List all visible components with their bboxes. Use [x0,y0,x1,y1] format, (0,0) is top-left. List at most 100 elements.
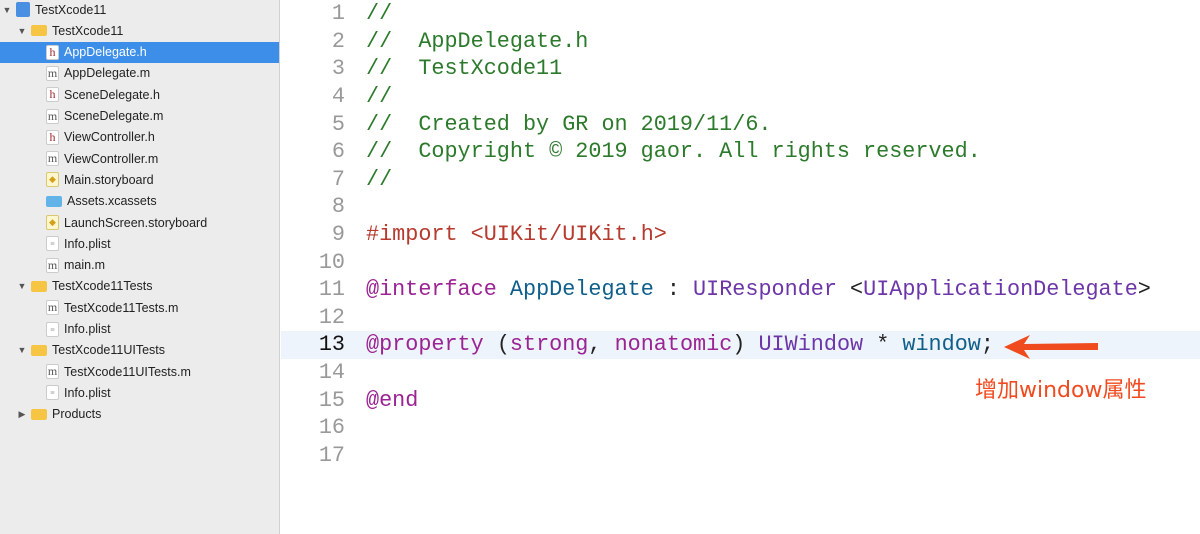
header-file-icon: h [46,87,59,103]
code-token: , [588,332,615,358]
code-line[interactable]: 12 [281,304,1200,332]
navigator-item-label: main.m [64,258,105,273]
navigator-item[interactable]: m ViewController.m [0,148,279,169]
code-editor[interactable]: 1 // 2 // AppDelegate.h 3 // TestXcode11 4 // 5 /… [281,0,1200,534]
disclosure-triangle-icon[interactable]: ▼ [17,26,27,36]
navigator-item-label: TestXcode11 [52,23,124,38]
annotation-text: 增加window属性 [975,378,1147,403]
disclosure-triangle-icon[interactable]: ▶ [17,409,27,420]
code-line[interactable]: 1 // [281,0,1200,28]
code-token: window [902,332,981,358]
code-token: // Created by GR on 2019/11/6. [366,111,772,137]
navigator-item[interactable]: ▼ TestXcode11 [0,0,279,20]
folder-icon [31,408,47,420]
code-line[interactable]: 5 // Created by GR on 2019/11/6. [281,110,1200,138]
code-line[interactable]: 16 [281,414,1200,442]
navigator-item[interactable]: ▼ TestXcode11Tests [0,276,279,297]
folder-icon [31,344,47,356]
code-text: #import <UIKit/UIKit.h> [366,222,667,247]
code-token: strong [509,332,589,358]
line-number: 16 [318,415,345,441]
navigator-item[interactable]: ◆ LaunchScreen.storyboard [0,212,279,233]
folder-icon [31,25,47,37]
code-text: // [366,84,392,109]
code-text: // Copyright © 2019 gaor. All rights res… [366,139,981,164]
code-line[interactable]: 11 @interface AppDelegate : UIResponder <… [281,276,1200,304]
implementation-file-icon: m [46,257,59,273]
navigator-item[interactable]: m TestXcode11Tests.m [0,297,279,318]
line-number: 5 [331,111,345,137]
code-token: // TestXcode11 [366,56,563,82]
line-number: 4 [331,84,345,110]
code-token: @end [366,387,419,413]
navigator-item-label: TestXcode11 [35,2,107,17]
navigator-item-label: Main.storyboard [64,172,154,187]
code-token: // [366,84,393,110]
storyboard-icon: ◆ [46,172,59,188]
code-text: // Created by GR on 2019/11/6. [366,112,772,137]
navigator-item-label: TestXcode11Tests.m [64,300,179,315]
disclosure-triangle-icon[interactable]: ▼ [17,345,27,355]
navigator-item[interactable]: m SceneDelegate.m [0,106,279,127]
project-navigator: ▼ TestXcode11 ▼ TestXcode11 h AppDelegate.h m A… [0,0,280,534]
code-token: // [366,1,393,27]
navigator-item[interactable]: m main.m [0,255,279,276]
navigator-item-label: AppDelegate.m [64,66,151,81]
code-line[interactable]: 7 // [281,166,1200,194]
code-line[interactable]: 9 #import <UIKit/UIKit.h> [281,221,1200,249]
storyboard-icon: ◆ [46,215,59,230]
navigator-item-label: Assets.xcassets [67,194,157,209]
navigator-item[interactable]: m TestXcode11UITests.m [0,361,279,382]
code-token: ( [483,332,510,358]
implementation-file-icon: m [46,300,59,316]
navigator-item[interactable]: m AppDelegate.m [0,63,279,84]
implementation-file-icon: m [46,65,59,81]
navigator-item[interactable]: ▶ Products [0,404,279,425]
disclosure-triangle-icon[interactable]: ▼ [17,281,27,291]
line-number: 13 [318,332,345,358]
line-number: 15 [318,387,345,413]
code-token: > [1137,277,1151,303]
navigator-item-label: TestXcode11UITests [52,343,166,358]
code-line[interactable]: 17 [281,442,1200,470]
navigator-item[interactable]: h AppDelegate.h [0,41,279,63]
code-line[interactable]: 6 // Copyright © 2019 gaor. All rights re… [281,138,1200,166]
navigator-item[interactable]: ▼ TestXcode11UITests [0,340,279,361]
navigator-item[interactable]: ≡ Info.plist [0,319,279,340]
code-text: @end [366,388,418,413]
code-line[interactable]: 2 // AppDelegate.h [281,28,1200,56]
navigator-item[interactable]: ▼ TestXcode11 [0,20,279,41]
code-token: // [366,166,393,192]
plist-icon: ≡ [46,321,59,337]
navigator-item[interactable]: h SceneDelegate.h [0,84,279,105]
code-token: AppDelegate [509,277,654,303]
code-text: // [366,1,392,26]
code-line[interactable]: 4 // [281,83,1200,111]
line-number: 1 [331,1,345,27]
disclosure-triangle-icon[interactable]: ▼ [2,5,12,15]
code-token: UIWindow [758,332,864,358]
code-token: UIApplicationDelegate [863,277,1138,303]
navigator-item[interactable]: ◆ Main.storyboard [0,169,279,190]
header-file-icon: h [46,129,59,145]
navigator-item[interactable]: h ViewController.h [0,127,279,148]
assets-folder-icon [46,195,62,207]
header-file-icon: h [46,44,59,60]
code-token: #import [366,222,471,248]
navigator-item[interactable]: Assets.xcassets [0,191,279,212]
implementation-file-icon: m [46,151,59,167]
code-token: @property [366,332,484,358]
code-line[interactable]: 3 // TestXcode11 [281,55,1200,83]
code-text: @interface AppDelegate : UIResponder <UI… [366,277,1151,302]
code-text: // AppDelegate.h [366,29,588,54]
code-token: < [836,277,864,303]
folder-icon [31,280,47,292]
line-number: 14 [318,360,345,386]
navigator-item-label: Info.plist [64,385,111,400]
code-line[interactable]: 10 [281,248,1200,276]
code-line[interactable]: 8 [281,193,1200,221]
navigator-item[interactable]: ≡ Info.plist [0,382,279,403]
code-text: // [366,167,392,192]
navigator-item[interactable]: ≡ Info.plist [0,233,279,254]
